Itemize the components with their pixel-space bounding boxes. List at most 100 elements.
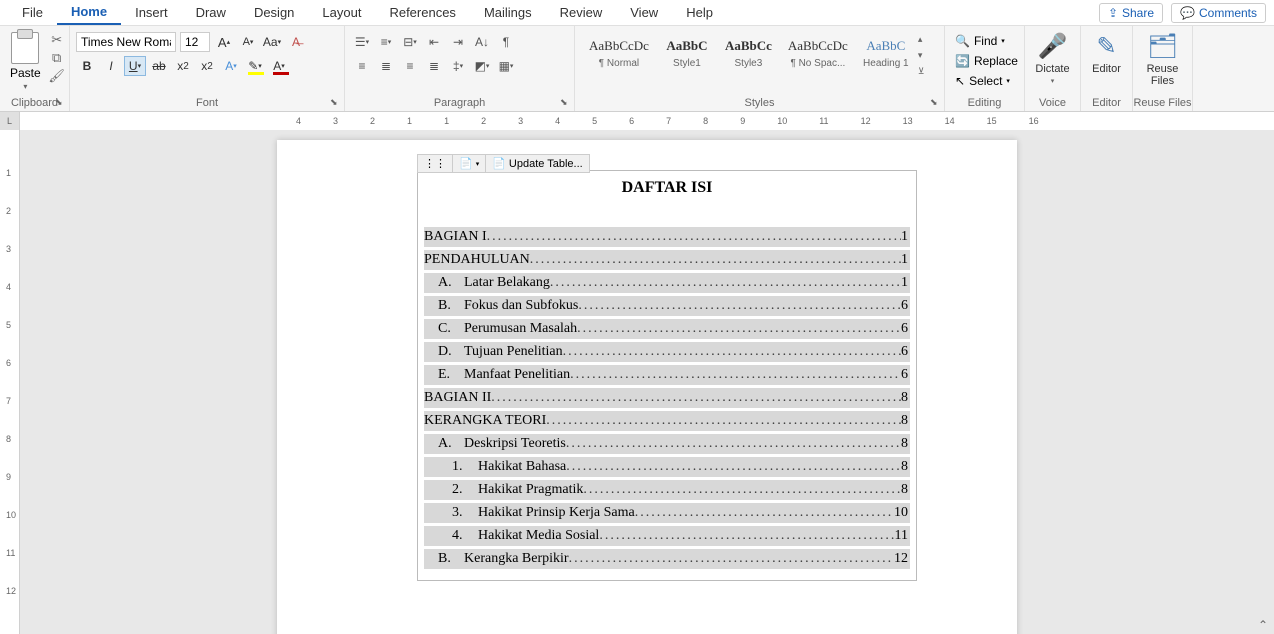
toc-entry[interactable]: 4.Hakikat Media Sosial11 [424,526,910,546]
tab-layout[interactable]: Layout [308,1,375,24]
document-area[interactable]: ⋮⋮ 📄▾ 📄Update Table... DAFTAR ISI BAGIAN… [20,130,1274,634]
font-size-select[interactable] [180,32,210,52]
borders-button[interactable]: ▦▾ [495,56,517,76]
shading-button[interactable]: ◩▾ [471,56,493,76]
toc-entry[interactable]: A.Deskripsi Teoretis8 [424,434,910,454]
superscript-button[interactable]: x2 [196,56,218,76]
justify-button[interactable]: ≣ [423,56,445,76]
multilevel-list-button[interactable]: ⊟▾ [399,32,421,52]
replace-button[interactable]: 🔄Replace [951,52,1022,70]
vertical-ruler[interactable]: 123456789101112 [0,130,20,634]
toc-frame[interactable]: DAFTAR ISI BAGIAN I1PENDAHULUAN1A.Latar … [417,170,917,581]
reuse-label: Reuse Files [1147,63,1179,87]
bold-button[interactable]: B [76,56,98,76]
chevron-down-icon: ▾ [1051,77,1055,85]
toc-menu-button[interactable]: 📄▾ [453,155,486,172]
change-case-button[interactable]: Aa▾ [262,32,282,52]
toc-entry[interactable]: E.Manfaat Penelitian6 [424,365,910,385]
strikethrough-button[interactable]: ab [148,56,170,76]
font-color-button[interactable]: A▾ [268,56,290,76]
style-item-3[interactable]: AaBbCcDc¶ No Spac... [780,30,856,73]
tab-view[interactable]: View [616,1,672,24]
align-right-button[interactable]: ≡ [399,56,421,76]
styles-scroll-button[interactable]: ▴ [918,34,932,48]
clear-formatting-button[interactable]: A̶ [286,32,306,52]
style-item-4[interactable]: AaBbCHeading 1 [856,30,916,73]
toc-entry[interactable]: BAGIAN I1 [424,227,910,247]
comments-button[interactable]: 💬Comments [1171,3,1266,23]
tab-draw[interactable]: Draw [182,1,240,24]
highlight-button[interactable]: ✎▾ [244,56,266,76]
font-dialog-launcher[interactable]: ⬊ [330,97,342,109]
toc-update-button[interactable]: 📄Update Table... [486,155,589,172]
styles-scroll-button[interactable]: ▾ [918,50,932,64]
underline-button[interactable]: U▾ [124,56,146,76]
tab-design[interactable]: Design [240,1,308,24]
tab-mailings[interactable]: Mailings [470,1,546,24]
toc-entry[interactable]: A.Latar Belakang1 [424,273,910,293]
toc-toolbar: ⋮⋮ 📄▾ 📄Update Table... [417,154,590,173]
toc-entry[interactable]: PENDAHULUAN 1 [424,250,910,270]
style-item-1[interactable]: AaBbCStyle1 [657,30,717,73]
toc-entry[interactable]: D.Tujuan Penelitian6 [424,342,910,362]
toc-entry[interactable]: 2.Hakikat Pragmatik8 [424,480,910,500]
tab-review[interactable]: Review [546,1,617,24]
decrease-indent-button[interactable]: ⇤ [423,32,445,52]
copy-button[interactable]: ⧉ [47,50,67,66]
find-button[interactable]: 🔍Find▾ [951,32,1009,50]
style-preview: AaBbCcDc [587,34,651,58]
increase-indent-button[interactable]: ⇥ [447,32,469,52]
sort-button[interactable]: A↓ [471,32,493,52]
toc-text: PENDAHULUAN [424,252,530,268]
paste-button[interactable]: Paste ▾ [6,28,45,95]
tab-home[interactable]: Home [57,0,121,25]
bullets-button[interactable]: ☰▾ [351,32,373,52]
refresh-icon: 📄 [492,157,506,170]
numbering-button[interactable]: ≡▾ [375,32,397,52]
tab-references[interactable]: References [375,1,469,24]
styles-dialog-launcher[interactable]: ⬊ [930,97,942,109]
toc-handle-button[interactable]: ⋮⋮ [418,155,453,172]
clipboard-dialog-launcher[interactable]: ⬊ [55,97,67,109]
toc-entry[interactable]: B.Kerangka Berpikir12 [424,549,910,569]
toc-entry[interactable]: B.Fokus dan Subfokus6 [424,296,910,316]
editor-button[interactable]: ✎ Editor [1087,28,1126,79]
subscript-button[interactable]: x2 [172,56,194,76]
tab-help[interactable]: Help [672,1,727,24]
paragraph-dialog-launcher[interactable]: ⬊ [560,97,572,109]
toc-entry[interactable]: 3.Hakikat Prinsip Kerja Sama10 [424,503,910,523]
toc-text: Kerangka Berpikir [464,551,569,567]
line-spacing-button[interactable]: ‡▾ [447,56,469,76]
group-voice: 🎤 Dictate ▾ Voice [1025,26,1081,111]
ruler-corner[interactable]: L [0,112,20,130]
align-center-button[interactable]: ≣ [375,56,397,76]
show-marks-button[interactable]: ¶ [495,32,517,52]
select-button[interactable]: ↖Select▾ [951,72,1014,90]
tab-file[interactable]: File [8,1,57,24]
font-name-select[interactable] [76,32,176,52]
reuse-files-button[interactable]: 🗂 Reuse Files [1139,28,1186,91]
format-painter-button[interactable]: 🖌 [47,68,67,84]
styles-scroll-button[interactable]: ⊻ [918,66,932,80]
dictate-button[interactable]: 🎤 Dictate ▾ [1031,28,1074,89]
shrink-font-button[interactable]: A▾ [238,32,258,52]
editor-icon: ✎ [1096,32,1116,61]
chevron-down-icon: ▾ [1001,37,1005,45]
toc-page: 1 [901,252,908,268]
align-left-button[interactable]: ≡ [351,56,373,76]
cut-button[interactable]: ✂ [47,32,67,48]
toc-entry[interactable]: BAGIAN II8 [424,388,910,408]
toc-entry[interactable]: 1.Hakikat Bahasa8 [424,457,910,477]
toc-entry[interactable]: KERANGKA TEORI8 [424,411,910,431]
horizontal-ruler[interactable]: 432112345678910111213141516 [20,112,1274,130]
italic-button[interactable]: I [100,56,122,76]
toc-leader [635,505,894,521]
style-item-0[interactable]: AaBbCcDc¶ Normal [581,30,657,73]
tab-insert[interactable]: Insert [121,1,182,24]
toc-leader [546,413,901,429]
style-item-2[interactable]: AaBbCcStyle3 [717,30,780,73]
text-effects-button[interactable]: A▾ [220,56,242,76]
grow-font-button[interactable]: A▴ [214,32,234,52]
toc-entry[interactable]: C.Perumusan Masalah6 [424,319,910,339]
share-button[interactable]: ⇪Share [1099,3,1163,23]
